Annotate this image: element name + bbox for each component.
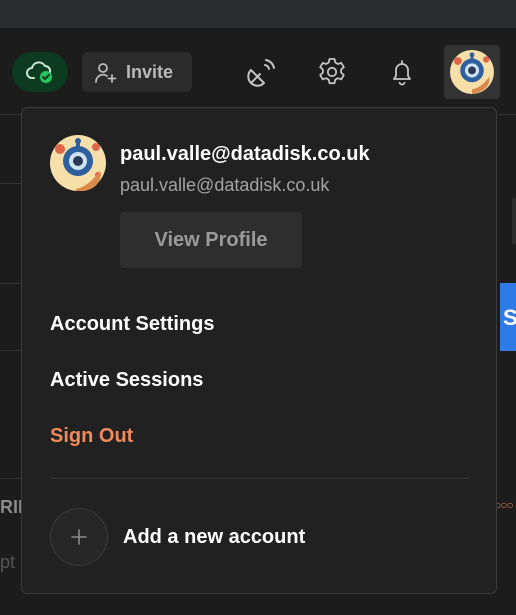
view-profile-button[interactable]: View Profile [120,212,302,268]
menu-item-account-settings[interactable]: Account Settings [50,313,214,336]
invite-button[interactable]: Invite [82,52,192,92]
cloud-sync-status-button[interactable] [12,52,68,92]
cloud-sync-icon [26,61,52,83]
gear-icon[interactable] [316,56,348,88]
background-divider [0,478,21,479]
background-divider [0,350,21,351]
menu-item-sign-out[interactable]: Sign Out [50,425,133,448]
background-field [512,198,516,244]
plus-icon [71,529,87,545]
add-account-label[interactable]: Add a new account [123,526,305,549]
account-email: paul.valle@datadisk.co.uk [120,175,330,195]
account-name: paul.valle@datadisk.co.uk [120,143,370,165]
broadcast-icon[interactable] [246,56,278,88]
avatar-icon [450,50,494,94]
background-button-letter: S [503,305,516,330]
menu-item-active-sessions[interactable]: Active Sessions [50,369,203,392]
account-dropdown: paul.valle@datadisk.co.uk paul.valle@dat… [21,107,497,594]
menu-divider [50,478,470,479]
bell-icon[interactable] [386,56,418,88]
background-divider [0,183,21,184]
background-primary-button[interactable]: S [500,283,516,351]
user-add-icon [95,63,117,83]
invite-label: Invite [126,62,174,82]
background-placeholder: pt [0,552,16,572]
avatar-menu-button[interactable] [444,45,500,99]
add-account-button[interactable] [50,508,108,566]
background-divider [0,283,21,284]
window-top-strip [0,0,516,28]
avatar [50,135,106,191]
